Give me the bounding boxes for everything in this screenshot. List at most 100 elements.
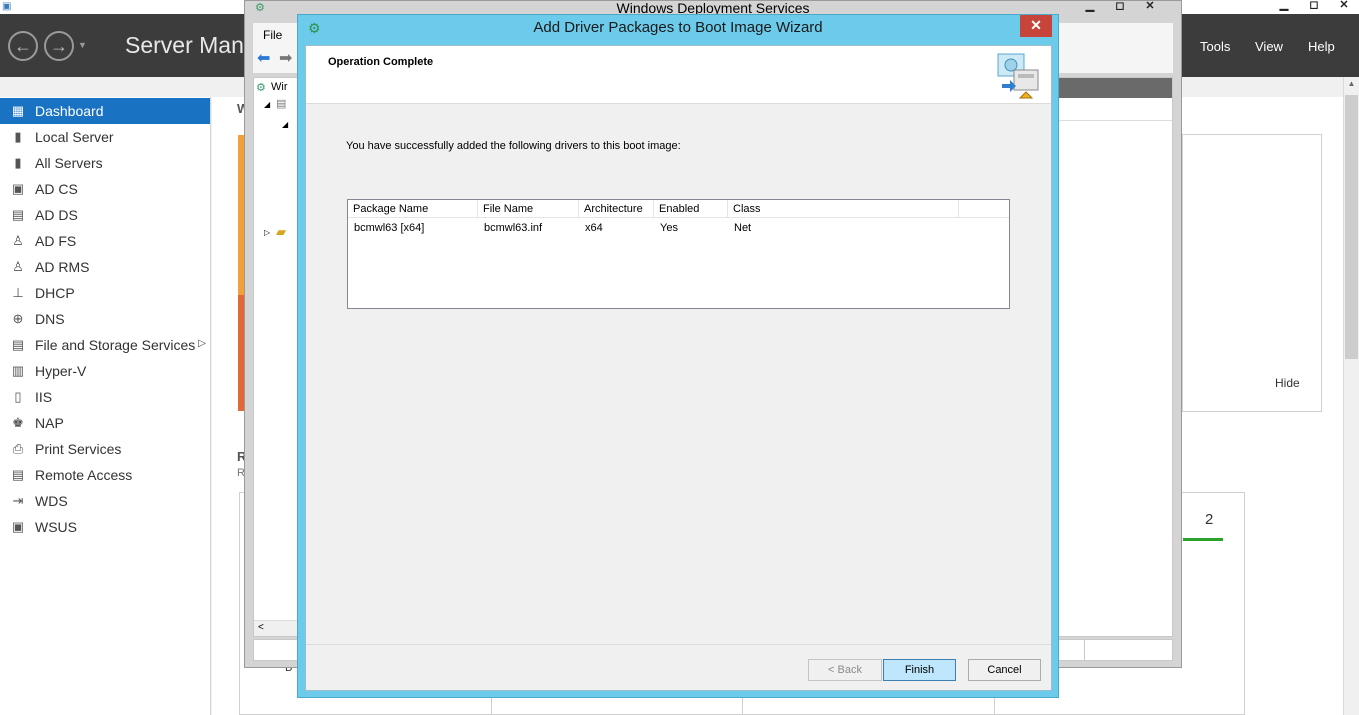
- wds-app-icon: ⚙: [255, 2, 265, 14]
- sidebar-item-dhcp[interactable]: ⊥ DHCP: [0, 280, 210, 306]
- back-button[interactable]: < Back: [808, 659, 882, 681]
- nap-icon: ♚: [12, 415, 24, 430]
- sidebar-item-label: Print Services: [35, 441, 122, 457]
- sidebar-item-file-and-storage-services[interactable]: ▤ File and Storage Services ▷: [0, 332, 210, 358]
- cell-enabled: Yes: [660, 222, 678, 234]
- scroll-left-icon[interactable]: <: [258, 622, 264, 633]
- wizard-message: You have successfully added the followin…: [346, 140, 681, 152]
- close-icon[interactable]: ✕: [1329, 0, 1359, 14]
- hide-link[interactable]: Hide: [1275, 376, 1300, 390]
- menu-tools[interactable]: Tools: [1200, 39, 1230, 54]
- sidebar-item-hyper-v[interactable]: ▥ Hyper-V: [0, 358, 210, 384]
- folder-icon: ▰: [276, 224, 286, 239]
- sidebar-item-wds[interactable]: ⇥ WDS: [0, 488, 210, 514]
- sidebar-item-label: NAP: [35, 415, 64, 431]
- tree-root-label[interactable]: Wir: [271, 81, 288, 93]
- sidebar-item-iis[interactable]: ▯ IIS: [0, 384, 210, 410]
- sidebar-item-dashboard[interactable]: ▦ Dashboard: [0, 98, 210, 124]
- column-header-class[interactable]: Class: [728, 200, 959, 218]
- remote-access-icon: ▤: [11, 467, 25, 482]
- maximize-icon[interactable]: ◻: [1299, 0, 1329, 14]
- sidebar-item-label: Dashboard: [35, 103, 104, 119]
- expand-icon[interactable]: ◢: [282, 120, 288, 129]
- menu-file[interactable]: File: [263, 28, 282, 42]
- status-divider: [1084, 640, 1085, 660]
- minimize-icon[interactable]: ▁: [1075, 1, 1105, 15]
- menu-help[interactable]: Help: [1308, 39, 1335, 54]
- server-manager-scrollbar[interactable]: ▲: [1343, 77, 1359, 715]
- history-dropdown-icon[interactable]: ▼: [78, 40, 87, 50]
- wsus-icon: ▣: [11, 519, 25, 534]
- dns-icon: ⊕: [12, 311, 24, 326]
- drivers-table: Package Name File Name Architecture Enab…: [347, 199, 1010, 309]
- scroll-up-icon[interactable]: ▲: [1344, 77, 1359, 91]
- wizard-title: Add Driver Packages to Boot Image Wizard: [533, 19, 823, 36]
- sidebar-item-ad-ds[interactable]: ▤ AD DS: [0, 202, 210, 228]
- expand-arrow-icon[interactable]: ▷: [198, 338, 206, 349]
- file-storage-icon: ▤: [11, 337, 25, 352]
- forward-arrow-icon[interactable]: ➡: [279, 48, 292, 68]
- column-header-enabled[interactable]: Enabled: [654, 200, 728, 218]
- minimize-icon[interactable]: ▁: [1269, 0, 1299, 14]
- sidebar-item-wsus[interactable]: ▣ WSUS: [0, 514, 210, 540]
- tile-status-bar: [1183, 538, 1223, 541]
- tile-count: 2: [1205, 511, 1214, 528]
- sidebar-item-nap[interactable]: ♚ NAP: [0, 410, 210, 436]
- wds-tree-pane: ⚙ Wir ◢ ▤ ◢ ▷ ▰ <: [253, 77, 299, 637]
- wizard-page-heading: Operation Complete: [328, 56, 434, 68]
- sidebar-item-print-services[interactable]: ⎙ Print Services: [0, 436, 210, 462]
- sidebar-item-ad-fs[interactable]: ♙ AD FS: [0, 228, 210, 254]
- column-header-package-name[interactable]: Package Name: [348, 200, 478, 218]
- sidebar-item-remote-access[interactable]: ▤ Remote Access: [0, 462, 210, 488]
- servers-icon: ▤: [276, 98, 287, 110]
- driver-package-icon: [996, 52, 1044, 100]
- sidebar-item-ad-cs[interactable]: ▣ AD CS: [0, 176, 210, 202]
- sidebar-item-dns[interactable]: ⊕ DNS: [0, 306, 210, 332]
- server-manager-sidebar: ▦ Dashboard ▮ Local Server ▮ All Servers ▣ AD C…: [0, 97, 211, 715]
- dhcp-icon: ⊥: [12, 285, 24, 300]
- add-driver-wizard-dialog: ⚙ Add Driver Packages to Boot Image Wiza…: [297, 14, 1059, 698]
- sidebar-item-label: AD DS: [35, 207, 78, 223]
- tree-hscrollbar[interactable]: <: [254, 620, 298, 636]
- cell-package-name: bcmwl63 [x64]: [354, 222, 425, 234]
- sidebar-item-label: AD RMS: [35, 259, 90, 275]
- finish-button[interactable]: Finish: [883, 659, 956, 681]
- cancel-button[interactable]: Cancel: [968, 659, 1041, 681]
- cell-class: Net: [734, 222, 752, 234]
- sidebar-item-label: DHCP: [35, 285, 75, 301]
- close-icon[interactable]: ✕: [1135, 1, 1165, 15]
- sidebar-item-ad-rms[interactable]: ♙ AD RMS: [0, 254, 210, 280]
- close-icon[interactable]: ✕: [1020, 15, 1052, 37]
- sidebar-item-label: WDS: [35, 493, 68, 509]
- sidebar-item-label: AD FS: [35, 233, 77, 249]
- sidebar-item-all-servers[interactable]: ▮ All Servers: [0, 150, 210, 176]
- welcome-tile-right: Hide: [1182, 134, 1322, 412]
- ad-cs-icon: ▣: [11, 181, 25, 196]
- menu-view[interactable]: View: [1255, 39, 1283, 54]
- server-manager-window-controls: ▁ ◻ ✕: [1269, 0, 1359, 14]
- collapse-icon[interactable]: ▷: [264, 228, 270, 237]
- column-header-architecture[interactable]: Architecture: [579, 200, 654, 218]
- wds-window-title: Windows Deployment Services: [616, 1, 810, 15]
- ad-ds-icon: ▤: [11, 207, 25, 222]
- maximize-icon[interactable]: ◻: [1105, 1, 1135, 15]
- table-row[interactable]: bcmwl63 [x64] bcmwl63.inf x64 Yes Net: [348, 220, 828, 236]
- sidebar-item-local-server[interactable]: ▮ Local Server: [0, 124, 210, 150]
- back-arrow-icon[interactable]: ⬅: [257, 48, 270, 68]
- wizard-header: Operation Complete: [306, 46, 1051, 104]
- wds-icon: ⇥: [12, 493, 24, 508]
- iis-icon: ▯: [14, 389, 22, 404]
- sidebar-item-label: DNS: [35, 311, 65, 327]
- back-arrow-icon[interactable]: ←: [8, 31, 38, 61]
- sidebar-item-label: Local Server: [35, 129, 114, 145]
- sidebar-item-label: File and Storage Services: [35, 337, 196, 353]
- sidebar-item-label: Remote Access: [35, 467, 133, 483]
- column-header-file-name[interactable]: File Name: [478, 200, 579, 218]
- forward-arrow-icon[interactable]: →: [44, 31, 74, 61]
- scroll-thumb[interactable]: [1345, 95, 1358, 359]
- expand-icon[interactable]: ◢: [264, 100, 270, 109]
- table-header: Package Name File Name Architecture Enab…: [348, 200, 1009, 218]
- sidebar-item-label: WSUS: [35, 519, 77, 535]
- cell-file-name: bcmwl63.inf: [484, 222, 543, 234]
- printer-icon: ⎙: [12, 441, 24, 456]
